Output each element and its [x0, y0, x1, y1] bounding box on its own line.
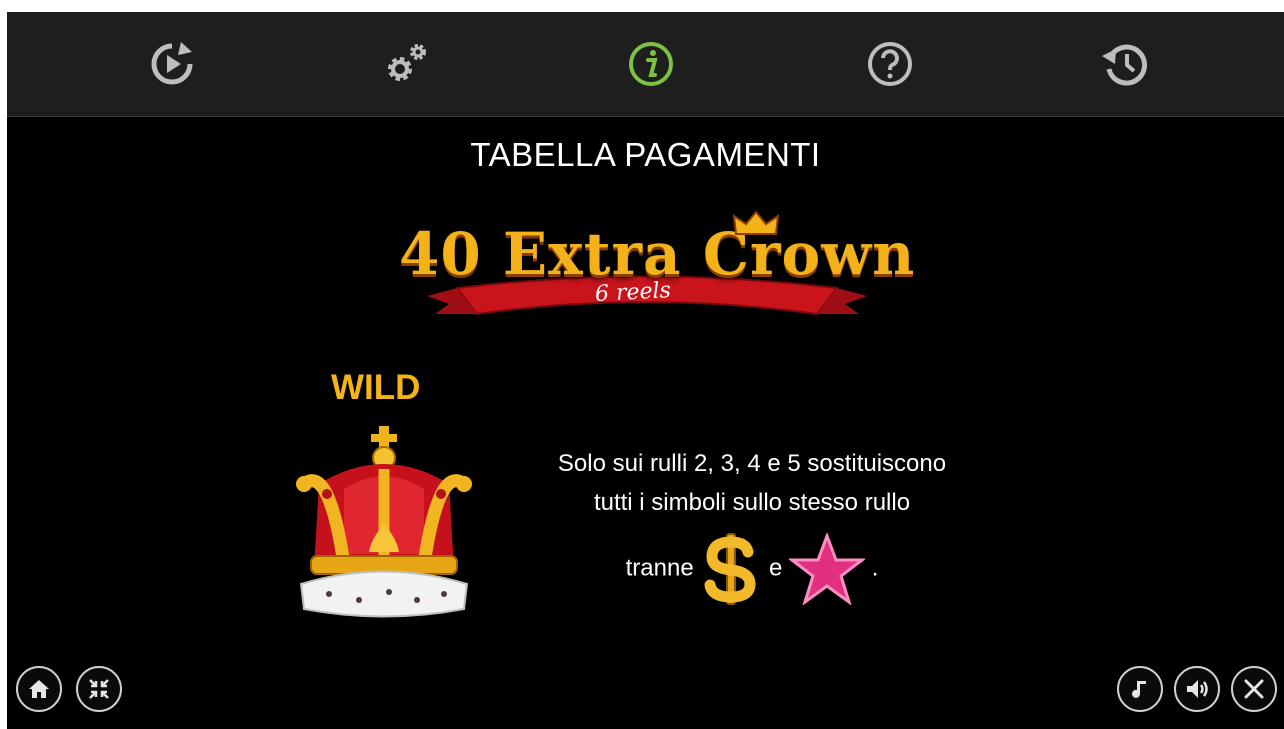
- music-button[interactable]: [1117, 666, 1163, 712]
- symbol-description: Solo sui rulli 2, 3, 4 e 5 sostituiscono…: [487, 444, 1017, 606]
- game-logo: 40 Extra Crown 6 reels: [387, 210, 914, 330]
- home-button[interactable]: [16, 666, 62, 712]
- logo-crown-icon: [732, 210, 780, 235]
- description-joiner: e: [769, 554, 783, 582]
- description-prefix: tranne: [625, 554, 694, 582]
- sound-button[interactable]: [1174, 666, 1220, 712]
- fullscreen-exit-icon: [89, 679, 109, 699]
- close-button[interactable]: [1231, 666, 1277, 712]
- page-title: TABELLA PAGAMENTI: [470, 136, 821, 173]
- settings-icon[interactable]: [381, 39, 431, 89]
- dollar-icon: [704, 533, 756, 605]
- top-toolbar: [7, 12, 1284, 117]
- logo-subtitle: 6 reels: [594, 278, 672, 307]
- close-icon: [1244, 679, 1264, 699]
- sound-icon: [1187, 680, 1208, 698]
- description-line-3: tranne e .: [487, 532, 1017, 606]
- autoplay-icon[interactable]: [147, 39, 197, 89]
- star-icon: [789, 533, 866, 605]
- description-line-1: Solo sui rulli 2, 3, 4 e 5 sostituiscono: [557, 450, 947, 477]
- help-icon[interactable]: [865, 39, 915, 89]
- fullscreen-exit-button[interactable]: [76, 666, 122, 712]
- game-info-screen: TABELLA PAGAMENTI 40 Extra Crown 6 reels…: [7, 12, 1284, 729]
- description-suffix: .: [871, 554, 879, 582]
- music-icon: [1132, 681, 1146, 698]
- history-icon[interactable]: [1100, 39, 1150, 89]
- home-icon: [29, 680, 49, 698]
- symbol-label: WILD: [331, 368, 421, 407]
- crown-icon: [296, 426, 472, 618]
- info-icon[interactable]: [626, 39, 676, 89]
- description-line-2: tutti i simboli sullo stesso rullo: [593, 489, 911, 516]
